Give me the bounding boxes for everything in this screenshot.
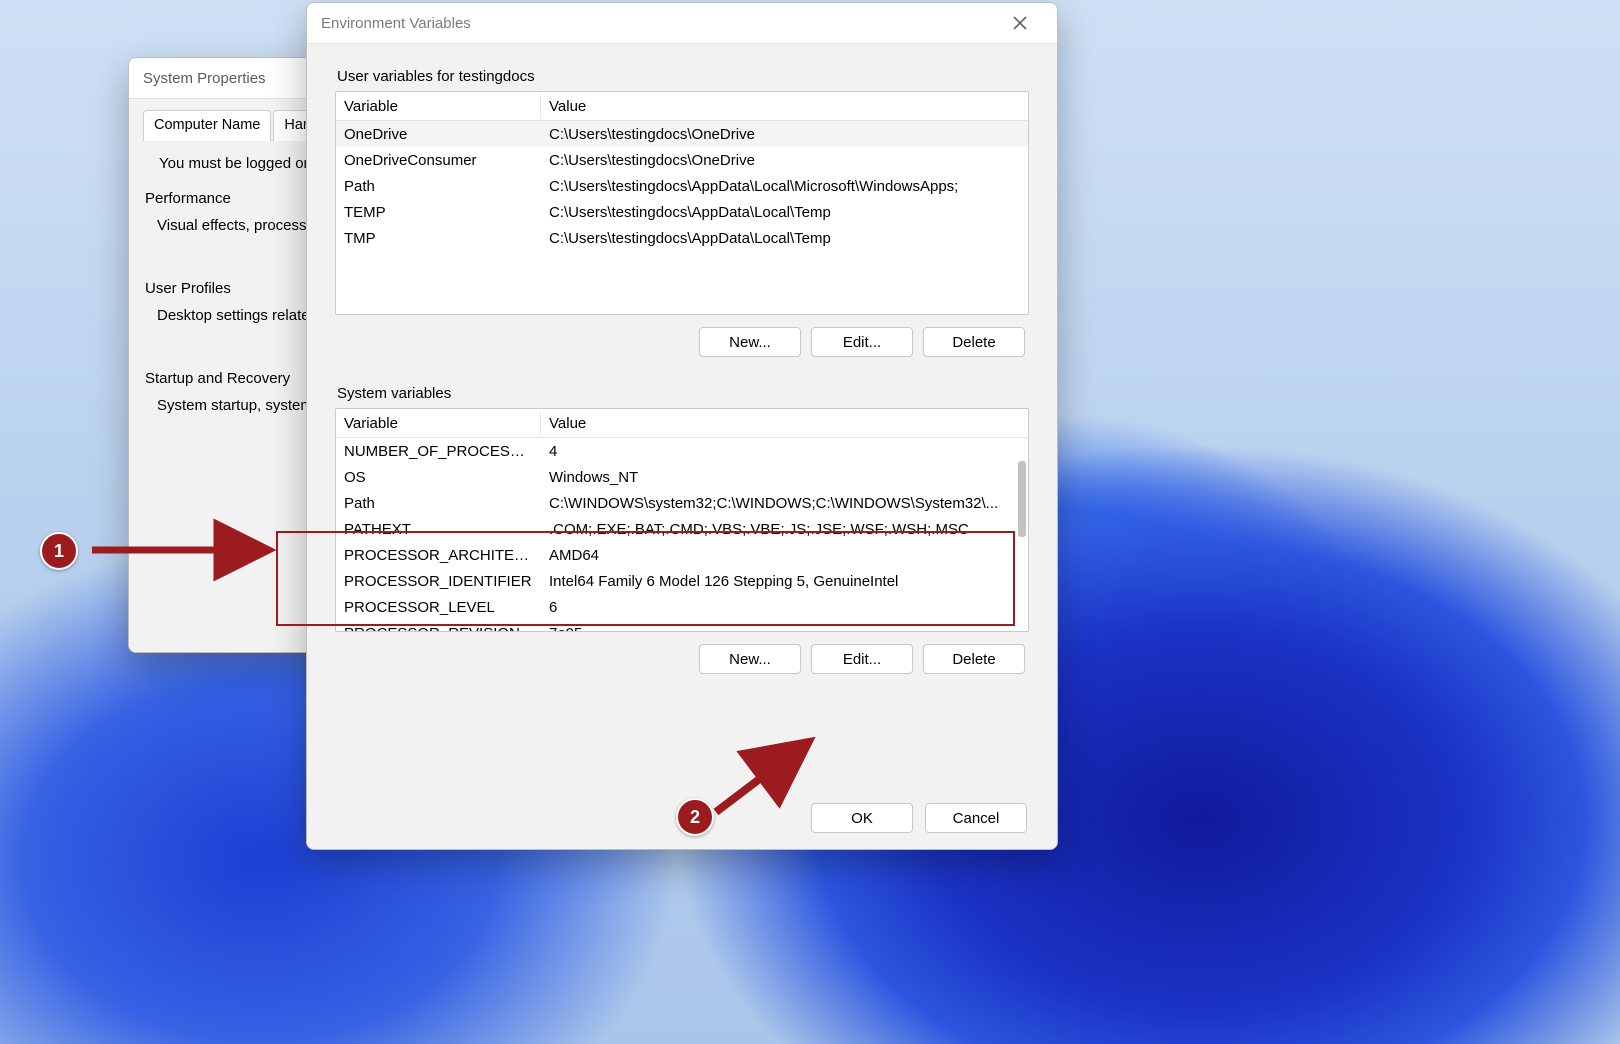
cell-value: C:\Users\testingdocs\AppData\Local\Micro… xyxy=(541,175,1028,198)
table-row[interactable]: OSWindows_NT xyxy=(336,464,1028,490)
window-title: System Properties xyxy=(143,70,266,87)
close-icon[interactable] xyxy=(997,3,1043,43)
badge-1: 1 xyxy=(40,532,78,570)
window-title: Environment Variables xyxy=(321,15,471,32)
cell-value: C:\Users\testingdocs\AppData\Local\Temp xyxy=(541,227,1028,250)
table-row[interactable]: OneDriveConsumerC:\Users\testingdocs\One… xyxy=(336,147,1028,173)
tab-computer-name[interactable]: Computer Name xyxy=(143,110,271,141)
cell-value: C:\WINDOWS\system32;C:\WINDOWS;C:\WINDOW… xyxy=(541,492,1028,515)
cell-value: C:\Users\testingdocs\OneDrive xyxy=(541,123,1028,146)
cancel-button[interactable]: Cancel xyxy=(925,803,1027,833)
system-vars-label: System variables xyxy=(337,385,1027,402)
cell-variable: OneDriveConsumer xyxy=(336,149,541,172)
system-edit-button[interactable]: Edit... xyxy=(811,644,913,674)
table-row[interactable]: TMPC:\Users\testingdocs\AppData\Local\Te… xyxy=(336,225,1028,251)
user-vars-label: User variables for testingdocs xyxy=(337,68,1027,85)
cell-value: Windows_NT xyxy=(541,466,1028,489)
col-variable[interactable]: Variable xyxy=(336,94,541,119)
table-row[interactable]: TEMPC:\Users\testingdocs\AppData\Local\T… xyxy=(336,199,1028,225)
ok-button[interactable]: OK xyxy=(811,803,913,833)
environment-variables-dialog: Environment Variables User variables for… xyxy=(306,2,1058,850)
col-value[interactable]: Value xyxy=(541,411,1028,436)
table-row[interactable]: PathC:\Users\testingdocs\AppData\Local\M… xyxy=(336,173,1028,199)
cell-variable: OS xyxy=(336,466,541,489)
annotation-highlight xyxy=(276,531,1015,626)
system-new-button[interactable]: New... xyxy=(699,644,801,674)
user-delete-button[interactable]: Delete xyxy=(923,327,1025,357)
cell-variable: NUMBER_OF_PROCESSORS xyxy=(336,440,541,463)
cell-variable: TMP xyxy=(336,227,541,250)
cell-value: C:\Users\testingdocs\OneDrive xyxy=(541,149,1028,172)
table-row[interactable]: NUMBER_OF_PROCESSORS4 xyxy=(336,438,1028,464)
cell-variable: Path xyxy=(336,492,541,515)
cell-variable: OneDrive xyxy=(336,123,541,146)
cell-variable: Path xyxy=(336,175,541,198)
user-edit-button[interactable]: Edit... xyxy=(811,327,913,357)
table-row[interactable]: OneDriveC:\Users\testingdocs\OneDrive xyxy=(336,121,1028,147)
system-delete-button[interactable]: Delete xyxy=(923,644,1025,674)
cell-value: C:\Users\testingdocs\AppData\Local\Temp xyxy=(541,201,1028,224)
cell-value: 4 xyxy=(541,440,1028,463)
col-value[interactable]: Value xyxy=(541,94,1028,119)
scrollbar-thumb[interactable] xyxy=(1018,461,1026,537)
col-variable[interactable]: Variable xyxy=(336,411,541,436)
titlebar[interactable]: Environment Variables xyxy=(307,3,1057,44)
user-new-button[interactable]: New... xyxy=(699,327,801,357)
user-vars-list[interactable]: Variable Value OneDriveC:\Users\testingd… xyxy=(335,91,1029,315)
cell-variable: TEMP xyxy=(336,201,541,224)
table-row[interactable]: PathC:\WINDOWS\system32;C:\WINDOWS;C:\WI… xyxy=(336,490,1028,516)
